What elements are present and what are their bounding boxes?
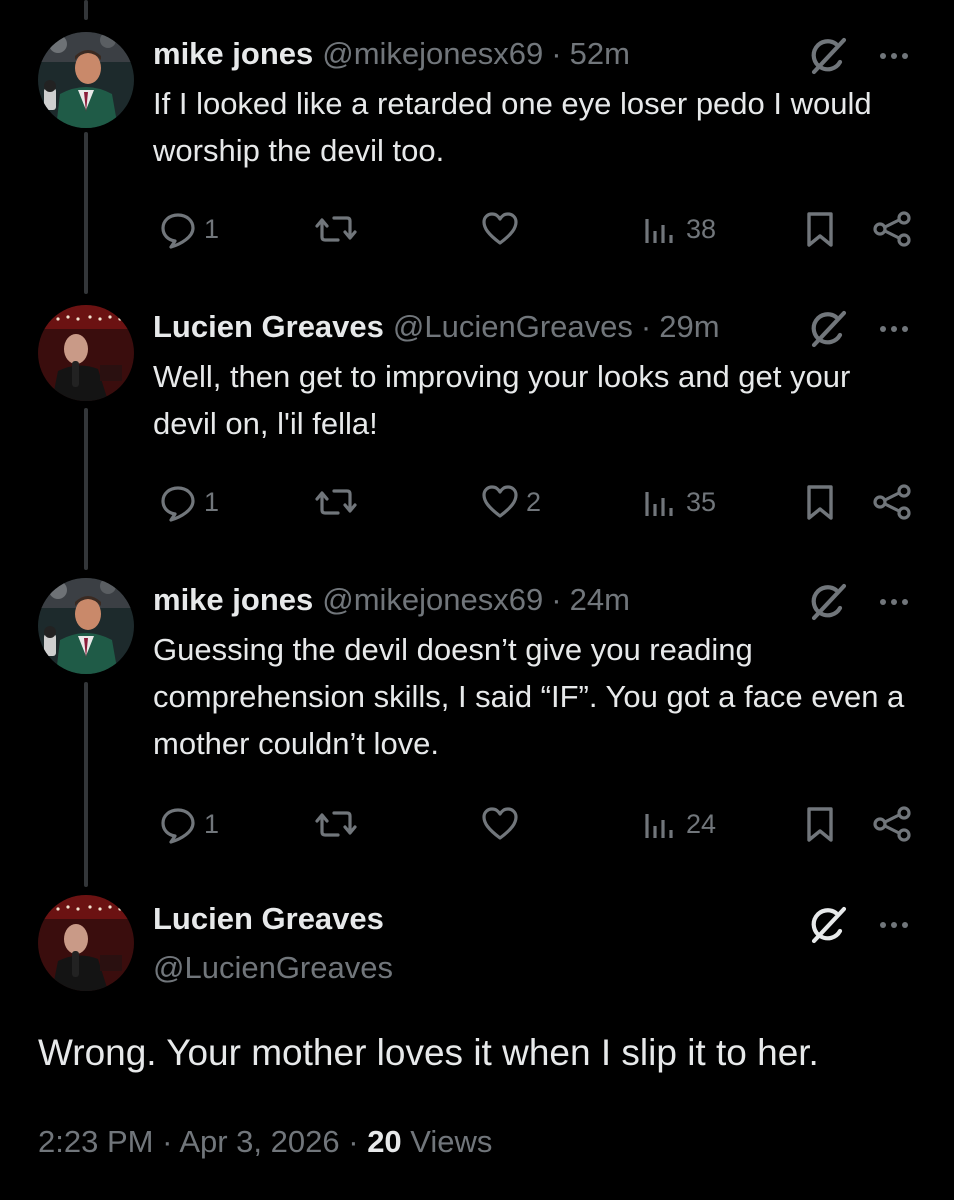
reply-count: 1 bbox=[204, 808, 220, 839]
separator-dot: · bbox=[640, 309, 652, 344]
repost-icon bbox=[314, 804, 358, 844]
reply-header: Lucien Greaves @LucienGreaves · 29m bbox=[153, 305, 720, 349]
reply-header: mike jones @mikejonesx69 · 24m bbox=[153, 578, 630, 622]
views-button[interactable]: 35 bbox=[640, 477, 716, 527]
reply-icon bbox=[158, 209, 198, 249]
like-button[interactable] bbox=[480, 799, 526, 849]
separator-dot: · bbox=[551, 582, 562, 617]
reply-text: Well, then get to improving your looks a… bbox=[153, 359, 851, 441]
separator-dot: · bbox=[348, 1124, 359, 1159]
repost-button[interactable] bbox=[314, 477, 364, 527]
share-button[interactable] bbox=[870, 477, 914, 527]
repost-icon bbox=[314, 209, 358, 249]
reply-text: If I looked like a retarded one eye lose… bbox=[153, 86, 872, 168]
share-icon bbox=[870, 804, 914, 844]
reply-count: 1 bbox=[204, 486, 220, 517]
author-handle[interactable]: @mikejonesx69 bbox=[322, 582, 543, 618]
main-post-text: Wrong. Your mother loves it when I slip … bbox=[38, 1032, 819, 1073]
reply-button[interactable]: 1 bbox=[158, 477, 219, 527]
like-icon bbox=[480, 804, 520, 844]
views-count: 35 bbox=[686, 486, 717, 517]
post-timestamp[interactable]: 52m bbox=[570, 36, 630, 72]
reply-text: Guessing the devil doesn’t give you read… bbox=[153, 632, 905, 761]
more-icon[interactable] bbox=[872, 34, 916, 78]
separator-dot: · bbox=[551, 36, 562, 71]
post-time[interactable]: 2:23 PM bbox=[38, 1124, 153, 1159]
bookmark-icon bbox=[800, 804, 840, 844]
bookmark-button[interactable] bbox=[800, 204, 840, 254]
grok-icon[interactable] bbox=[806, 903, 850, 947]
repost-button[interactable] bbox=[314, 204, 364, 254]
like-icon bbox=[480, 482, 520, 522]
bookmark-icon bbox=[800, 209, 840, 249]
more-icon[interactable] bbox=[872, 307, 916, 351]
post-date[interactable]: Apr 3, 2026 bbox=[179, 1124, 339, 1159]
reply-header: mike jones @mikejonesx69 · 52m bbox=[153, 32, 630, 76]
bookmark-button[interactable] bbox=[800, 799, 840, 849]
reply-count: 1 bbox=[204, 213, 220, 244]
author-name[interactable]: Lucien Greaves bbox=[153, 309, 384, 345]
like-button[interactable] bbox=[480, 204, 526, 254]
grok-icon[interactable] bbox=[806, 34, 850, 78]
views-button[interactable]: 38 bbox=[640, 204, 716, 254]
post-meta: 2:23 PM · Apr 3, 2026 · 20 Views bbox=[38, 1124, 492, 1160]
repost-icon bbox=[314, 482, 358, 522]
author-handle[interactable]: @LucienGreaves bbox=[393, 309, 633, 345]
bookmark-button[interactable] bbox=[800, 477, 840, 527]
views-count: 24 bbox=[686, 808, 717, 839]
more-icon[interactable] bbox=[872, 580, 916, 624]
post-timestamp[interactable]: 24m bbox=[570, 582, 630, 618]
post-timestamp[interactable]: 29m bbox=[659, 309, 719, 345]
views-count: 38 bbox=[686, 213, 717, 244]
grok-icon[interactable] bbox=[806, 307, 850, 351]
repost-button[interactable] bbox=[314, 799, 364, 849]
thread-line-top bbox=[84, 0, 88, 20]
conversation-thread: mike jones @mikejonesx69 · 52m If I look… bbox=[0, 0, 954, 1200]
views-count: 20 bbox=[367, 1124, 402, 1159]
author-name[interactable]: mike jones bbox=[153, 36, 313, 72]
like-count: 2 bbox=[526, 486, 542, 517]
like-button[interactable]: 2 bbox=[480, 477, 541, 527]
views-button[interactable]: 24 bbox=[640, 799, 716, 849]
author-handle[interactable]: @mikejonesx69 bbox=[322, 36, 543, 72]
views-label: Views bbox=[410, 1124, 493, 1159]
reply-button[interactable]: 1 bbox=[158, 204, 219, 254]
share-button[interactable] bbox=[870, 204, 914, 254]
reply-button[interactable]: 1 bbox=[158, 799, 219, 849]
views-icon bbox=[640, 482, 680, 522]
views-icon bbox=[640, 804, 680, 844]
thread-line-3 bbox=[84, 682, 88, 887]
reply-icon bbox=[158, 482, 198, 522]
share-button[interactable] bbox=[870, 799, 914, 849]
views-icon bbox=[640, 209, 680, 249]
like-icon bbox=[480, 209, 520, 249]
author-name[interactable]: Lucien Greaves bbox=[153, 901, 384, 937]
avatar-lucien-greaves[interactable] bbox=[38, 305, 134, 401]
action-bar: 1 2 35 bbox=[0, 477, 954, 527]
more-icon[interactable] bbox=[872, 903, 916, 947]
bookmark-icon bbox=[800, 482, 840, 522]
avatar-lucien-greaves[interactable] bbox=[38, 895, 134, 991]
author-name[interactable]: mike jones bbox=[153, 582, 313, 618]
share-icon bbox=[870, 482, 914, 522]
author-handle[interactable]: @LucienGreaves bbox=[153, 950, 393, 986]
grok-icon[interactable] bbox=[806, 580, 850, 624]
share-icon bbox=[870, 209, 914, 249]
separator-dot: · bbox=[162, 1124, 173, 1159]
reply-icon bbox=[158, 804, 198, 844]
avatar-mike-jones[interactable] bbox=[38, 578, 134, 674]
action-bar: 1 38 bbox=[0, 204, 954, 254]
avatar-mike-jones[interactable] bbox=[38, 32, 134, 128]
action-bar: 1 24 bbox=[0, 799, 954, 849]
